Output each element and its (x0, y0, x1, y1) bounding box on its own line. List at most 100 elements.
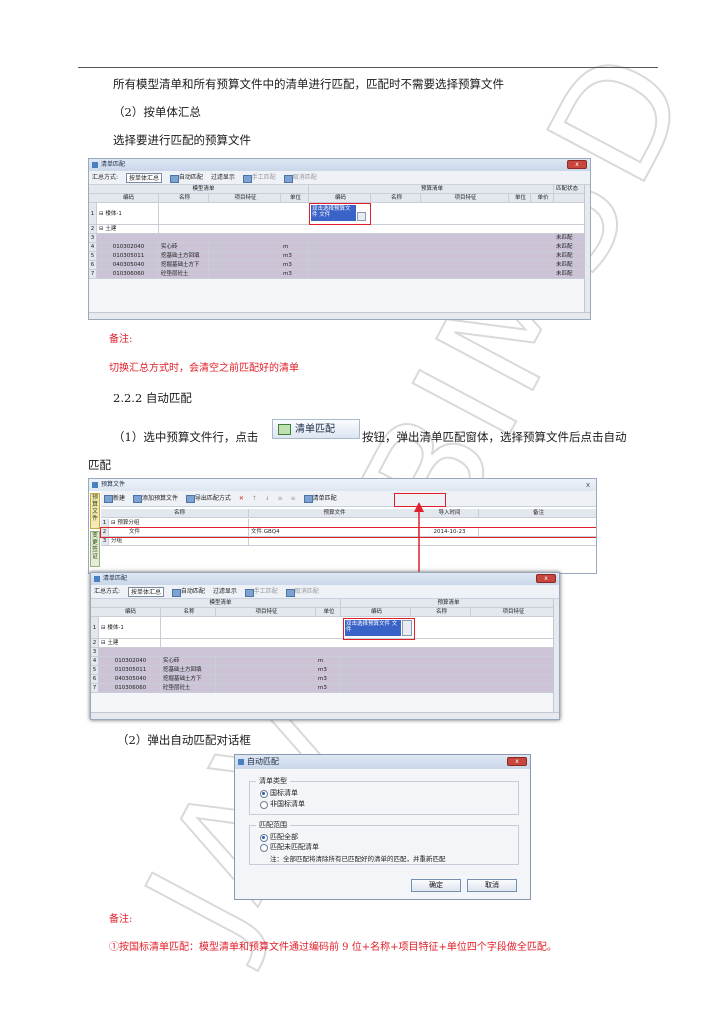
list-icon[interactable]: ≡ (291, 491, 296, 507)
app-icon (92, 162, 98, 168)
table-row[interactable]: 3 分组 (101, 537, 596, 546)
cancel-match-button[interactable]: 取消匹配 (285, 585, 319, 599)
new-button[interactable]: 新建 (104, 491, 125, 507)
header-rule (78, 67, 658, 68)
note-text-2: ①按国标清单匹配：模型清单和预算文件通过编码前 9 位+名称+项目特征+单位四个… (109, 942, 557, 953)
para-line1: 所有模型清单和所有预算文件中的清单进行匹配，匹配时不需要选择预算文件 (113, 77, 504, 91)
col-unit: 单位 (281, 194, 309, 202)
group-list-type: 清单类型 国标清单 非国标清单 (249, 776, 519, 815)
match-button-image: 清单匹配 (272, 418, 360, 439)
table-row[interactable]: 7 010306060 砼垫层砼土 m3 (91, 684, 553, 693)
table-row[interactable]: 3 (91, 648, 553, 657)
cancel-match-button[interactable]: 取消匹配 (283, 171, 317, 185)
match-window-2-titlebar: 清单匹配 x (91, 573, 559, 585)
close-button[interactable]: x (567, 160, 587, 169)
window-title: 清单匹配 (101, 161, 126, 168)
mode-label: 汇总方式: (94, 588, 121, 595)
para-line3: 选择要进行匹配的预算文件 (113, 133, 251, 147)
col-b-name: 名称 (371, 194, 421, 202)
table-row[interactable]: 5 010305011 挖基础土方回填 m3 (91, 666, 553, 675)
radio-non-national[interactable]: 非国标清单 (260, 800, 305, 809)
close-button[interactable]: x (507, 757, 527, 766)
table-row[interactable]: 2 ⊟ 土建 (89, 225, 584, 234)
close-button[interactable]: x (586, 479, 590, 491)
group-model: 模型清单 (97, 185, 309, 193)
table-row[interactable]: 5 010305011 挖基础土方回填 m3 未匹配 (89, 252, 586, 261)
section-heading: 2.2.2 自动匹配 (113, 391, 192, 405)
table-row[interactable]: 2 ⊟ 土建 (91, 639, 553, 648)
radio-match-unmatched[interactable]: 匹配未匹配清单 (260, 843, 319, 852)
table-row[interactable]: 4 010302040 实心砖 m 未匹配 (89, 243, 586, 252)
dialog-title: 自动匹配 (247, 757, 279, 766)
ok-button[interactable]: 确定 (411, 879, 461, 892)
budget-window-titlebar: 预算文件 x (89, 479, 596, 491)
highlight-box (100, 527, 596, 538)
table-row[interactable]: 3 未匹配 (89, 234, 586, 243)
column-header-row: 编码 名称 项目特征 单位 编码 名称 项目特征 (91, 608, 555, 617)
match-grid: 模型清单 预算清单 匹配状态 编码 名称 项目特征 单位 编码 名称 项目特征 … (89, 185, 586, 312)
radio-national[interactable]: 国标清单 (260, 789, 298, 798)
group-match-range: 匹配范围 匹配全部 匹配未匹配清单 注：全部匹配将清除所有已匹配好的清单的匹配，… (249, 820, 519, 865)
budget-toolbar: 新建 添加预算文件 导出匹配方式 ✕ ↑ ↓ ≡ ≡ 清单匹配 (101, 491, 596, 507)
app-icon (94, 576, 100, 582)
group-header-row: 模型清单 预算清单 (91, 599, 555, 608)
column-header-row: 名称 预算文件 导入时间 备注 (101, 509, 596, 518)
highlight-box (343, 618, 415, 640)
side-tab-change[interactable]: 变更签证 (90, 531, 100, 567)
note-text-1: 切换汇总方式时，会清空之前匹配好的清单 (109, 363, 299, 374)
cancel-button[interactable]: 取消 (467, 879, 517, 892)
step1-pre: （1）选中预算文件行，点击 (113, 430, 259, 444)
manual-match-button[interactable]: 手工匹配 (242, 171, 276, 185)
up-icon[interactable]: ↑ (252, 491, 257, 507)
table-row[interactable]: 1 ⊟ 楼体-1 (91, 617, 553, 639)
delete-icon[interactable]: ✕ (239, 491, 244, 507)
manual-match-button[interactable]: 手工匹配 (244, 585, 278, 599)
close-button[interactable]: x (536, 574, 556, 583)
down-icon[interactable]: ↓ (265, 491, 270, 507)
col-feature: 项目特征 (209, 194, 281, 202)
filter-button[interactable]: 过滤显示 (213, 585, 237, 599)
app-icon (92, 482, 98, 488)
mode-select[interactable]: 按单体汇总 (127, 587, 164, 597)
match-grid: 模型清单 预算清单 编码 名称 项目特征 单位 编码 名称 项目特征 1 ⊟ 楼… (91, 599, 555, 712)
budget-grid: 名称 预算文件 导入时间 备注 1 ⊟ 预算分组 2 文件 文件.GBQ4 20… (100, 509, 596, 573)
horizontal-scrollbar[interactable] (91, 712, 559, 719)
group-status: 匹配状态 (554, 185, 586, 193)
auto-match-dialog: 自动匹配 x 清单类型 国标清单 非国标清单 匹配范围 匹配全部 匹配未匹配清单… (234, 754, 531, 900)
para-line2: （2）按单体汇总 (113, 105, 201, 119)
table-row[interactable]: 6 040305040 挖掘基础土方下 m3 (91, 675, 553, 684)
table-row[interactable]: 4 010302040 实心砖 m (91, 657, 553, 666)
vertical-scrollbar[interactable] (553, 599, 559, 712)
table-row[interactable]: 7 010306060 砼垫层砼土 m3 未匹配 (89, 270, 586, 279)
highlight-box (309, 203, 371, 225)
list-icon[interactable]: ≡ (278, 491, 283, 507)
export-button[interactable]: 导出匹配方式 (185, 491, 231, 507)
filter-button[interactable]: 过滤显示 (211, 171, 235, 185)
note-label-2: 备注: (109, 914, 133, 925)
list-match-icon (278, 423, 291, 435)
step1-post: 按钮，弹出清单匹配窗体，选择预算文件后点击自动 (362, 430, 627, 444)
match-toolbar: 汇总方式: 按单体汇总 自动匹配 过滤显示 手工匹配 取消匹配 (89, 171, 590, 185)
note-label-1: 备注: (109, 334, 133, 345)
col-b-code: 编码 (309, 194, 371, 202)
list-match-button[interactable]: 清单匹配 (303, 491, 337, 507)
horizontal-scrollbar[interactable] (89, 312, 590, 319)
table-row[interactable]: 6 040305040 挖掘基础土方下 m3 未匹配 (89, 261, 586, 270)
col-code: 编码 (97, 194, 159, 202)
auto-match-button[interactable]: 自动匹配 (171, 585, 205, 599)
auto-match-button[interactable]: 自动匹配 (169, 171, 203, 185)
vertical-scrollbar[interactable] (584, 185, 590, 312)
side-tab-budget[interactable]: 预算文件 (90, 493, 100, 529)
add-file-button[interactable]: 添加预算文件 (132, 491, 178, 507)
window-title: 预算文件 (101, 481, 126, 488)
col-name: 名称 (159, 194, 209, 202)
column-header-row: 编码 名称 项目特征 单位 编码 名称 项目特征 单位 单价 (89, 194, 584, 203)
arrow-up-icon (414, 502, 424, 576)
dialog-hint: 注：全部匹配将清除所有已匹配好的清单的匹配，并重新匹配 (270, 855, 446, 863)
step2: （2）弹出自动匹配对话框 (117, 733, 251, 747)
radio-match-all[interactable]: 匹配全部 (260, 833, 298, 842)
app-icon (238, 759, 244, 765)
mode-select[interactable]: 按单体汇总 (125, 173, 162, 183)
window-title: 清单匹配 (103, 575, 128, 582)
dialog-titlebar: 自动匹配 x (235, 755, 530, 769)
